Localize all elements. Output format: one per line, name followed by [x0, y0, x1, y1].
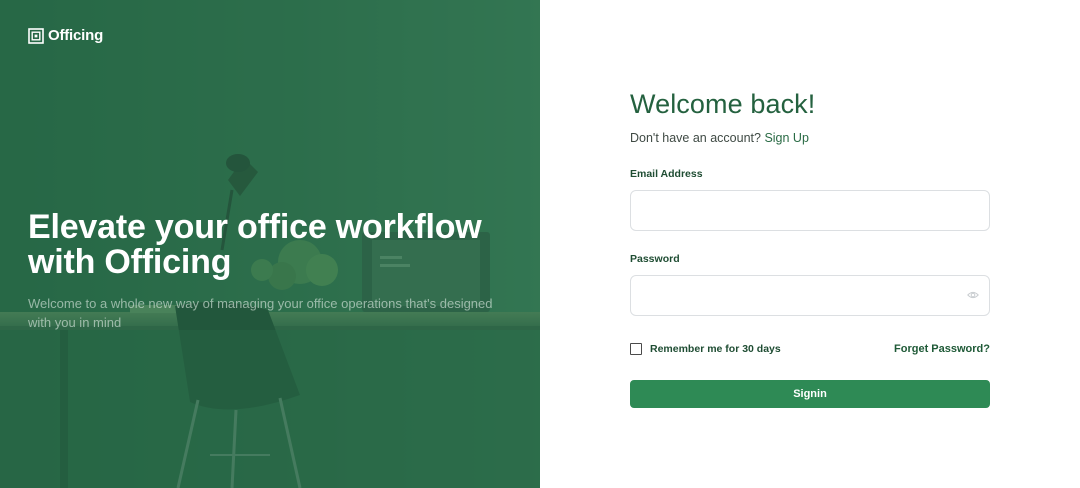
email-field-wrapper	[630, 190, 990, 231]
signup-link[interactable]: Sign Up	[764, 131, 808, 145]
login-form: Welcome back! Don't have an account? Sig…	[630, 86, 990, 408]
signup-prompt-line: Don't have an account? Sign Up	[630, 130, 990, 146]
email-field[interactable]	[630, 190, 990, 231]
remember-me-option[interactable]: Remember me for 30 days	[630, 343, 781, 355]
remember-me-label: Remember me for 30 days	[650, 343, 781, 355]
signin-button[interactable]: Signin	[630, 380, 990, 408]
login-form-panel: Welcome back! Don't have an account? Sig…	[540, 0, 1080, 488]
form-title: Welcome back!	[630, 89, 816, 119]
password-field[interactable]	[630, 275, 990, 316]
password-field-wrapper	[630, 275, 990, 316]
signup-prompt: Don't have an account?	[630, 131, 761, 145]
email-label: Email Address	[630, 168, 703, 180]
form-options-row: Remember me for 30 days Forget Password?	[630, 340, 990, 358]
hero-title: Elevate your office workflow with Offici…	[28, 208, 482, 281]
password-label: Password	[630, 253, 680, 265]
brand-logo[interactable]: Officing	[28, 27, 103, 44]
eye-icon[interactable]	[967, 289, 979, 301]
hero-subtitle: Welcome to a whole new way of managing y…	[28, 296, 493, 330]
officing-logo-icon	[28, 27, 44, 44]
forgot-password-link[interactable]: Forget Password?	[894, 343, 990, 355]
remember-me-checkbox[interactable]	[630, 343, 642, 355]
hero-panel: Officing Elevate your office workflow wi…	[0, 0, 540, 488]
brand-name: Officing	[48, 27, 104, 44]
login-page: Officing Elevate your office workflow wi…	[0, 0, 1080, 488]
